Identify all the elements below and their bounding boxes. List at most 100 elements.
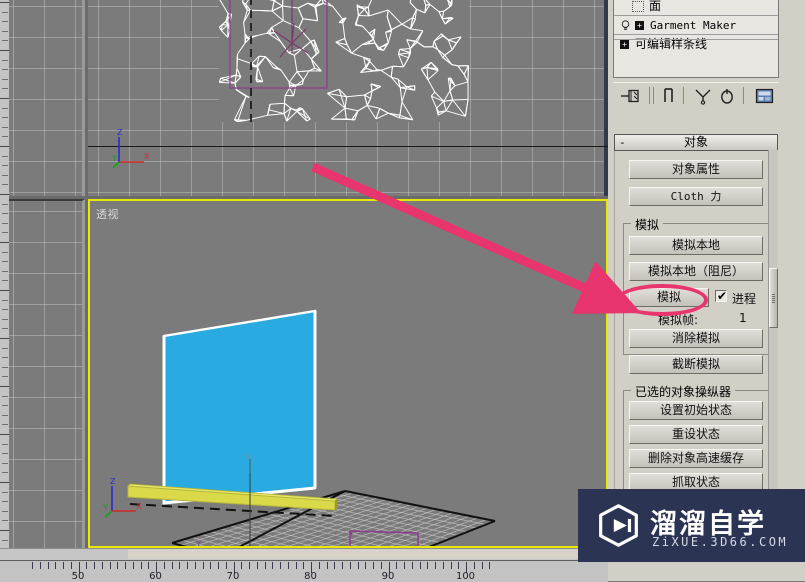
timeline-tick — [474, 562, 475, 569]
timeline-tick — [102, 562, 103, 569]
ruler-tick — [2, 453, 8, 454]
toolbar-separator — [683, 87, 684, 104]
progress-checkbox[interactable]: ✔ — [715, 290, 727, 302]
timeline-tick — [280, 562, 281, 569]
expand-toggle-icon[interactable]: + — [620, 40, 629, 49]
grid-line — [160, 0, 161, 196]
ruler-tick — [0, 2, 9, 3]
timeline-tick-label: 100 — [456, 571, 475, 582]
erase-simulation-button[interactable]: 消除模拟 — [629, 329, 763, 348]
show-end-result-icon[interactable] — [661, 87, 677, 105]
timeline-tick — [179, 562, 180, 569]
grid-line — [9, 397, 82, 398]
cloth-plane — [164, 311, 315, 503]
stack-item-label: 面 — [649, 0, 661, 13]
grid-line — [9, 242, 82, 243]
simulate-local-button[interactable]: 模拟本地 — [629, 236, 763, 255]
object-properties-button[interactable]: 对象属性 — [629, 160, 763, 179]
expand-toggle-icon[interactable]: + — [635, 21, 644, 30]
ruler-tick — [0, 194, 9, 195]
ruler-tick — [2, 60, 8, 61]
viewport-top[interactable]: Z X Y — [88, 0, 608, 196]
grid-line — [9, 521, 82, 522]
timeline-tick — [55, 562, 56, 569]
grid-line — [501, 0, 502, 196]
set-initial-state-button[interactable]: 设置初始状态 — [629, 401, 763, 420]
timeline-tick — [342, 562, 343, 569]
command-panel-scrollbar[interactable] — [768, 150, 778, 542]
grid-line — [75, 201, 76, 548]
lightbulb-icon[interactable] — [620, 20, 631, 31]
viewport-area: Z X Y 透视 — [0, 0, 608, 548]
svg-text:y: y — [196, 538, 202, 546]
play-button-icon — [596, 503, 641, 548]
ruler-tick — [2, 309, 8, 310]
stack-item-1[interactable]: 面 — [614, 0, 778, 15]
ruler-tick — [2, 165, 8, 166]
sim-frame-value[interactable]: 1 — [739, 311, 747, 325]
timeline-ruler[interactable]: 5060708090100 — [0, 548, 608, 582]
grid-line — [9, 37, 82, 38]
ruler-tick — [0, 146, 9, 147]
svg-text:X: X — [136, 502, 142, 511]
stack-item-3[interactable]: +可编辑样条线 — [614, 34, 778, 53]
grid-line — [98, 0, 99, 196]
ruler-tick — [2, 69, 8, 70]
ruler-tick — [2, 396, 8, 397]
stack-item-2[interactable]: +Garment Maker — [614, 15, 778, 34]
timeline-tick — [187, 562, 188, 569]
ruler-tick — [0, 338, 9, 339]
ruler-tick — [0, 530, 9, 531]
ruler-tick — [2, 424, 8, 425]
scrollbar-grip-icon — [772, 294, 775, 304]
modifier-stack-list[interactable]: 接合口 面 +Garment Maker +可编辑样条线 — [613, 0, 779, 78]
ruler-tick — [2, 415, 8, 416]
viewport-perspective[interactable]: 透视 — [88, 199, 608, 548]
viewport-left-upper[interactable] — [9, 0, 85, 196]
rollout-header-object[interactable]: - 对象 — [614, 134, 778, 151]
ruler-tick — [2, 444, 8, 445]
timeline-tick — [319, 562, 320, 569]
ruler-tick — [2, 40, 8, 41]
truncate-simulation-button[interactable]: 截断模拟 — [629, 355, 763, 374]
timeline-tick — [86, 562, 87, 569]
timeline-tick — [412, 562, 413, 569]
svg-text:X: X — [144, 152, 150, 161]
ruler-tick — [2, 88, 8, 89]
svg-text:Y: Y — [102, 503, 108, 512]
simulate-local-damped-button[interactable]: 模拟本地（阻尼） — [629, 262, 763, 281]
ruler-tick — [0, 50, 9, 51]
ruler-tick — [2, 328, 8, 329]
cloth-forces-button[interactable]: Cloth 力 — [629, 187, 763, 206]
delete-object-cache-button[interactable]: 删除对象高速缓存 — [629, 449, 763, 468]
viewport-left-lower[interactable] — [9, 199, 85, 548]
timeline-tick — [365, 562, 366, 569]
grid-line — [88, 130, 608, 131]
cloth-mesh-object[interactable] — [219, 0, 469, 122]
ruler-tick — [0, 290, 9, 291]
grid-line — [44, 201, 45, 548]
reset-state-button[interactable]: 重设状态 — [629, 425, 763, 444]
grid-line — [9, 130, 82, 131]
timeline-tick — [420, 562, 421, 569]
ruler-tick — [2, 300, 8, 301]
ruler-tick — [2, 492, 8, 493]
make-unique-icon[interactable] — [693, 87, 713, 105]
simulate-button[interactable]: 模拟 — [629, 288, 709, 307]
perspective-scene: y x z — [90, 201, 606, 546]
ruler-tick — [2, 31, 8, 32]
ruler-tick — [2, 108, 8, 109]
remove-modifier-icon[interactable] — [719, 87, 735, 105]
timeline-tick — [63, 562, 64, 569]
track-bar-top[interactable] — [0, 549, 608, 561]
grid-line — [9, 304, 82, 305]
pin-stack-icon[interactable] — [621, 87, 641, 105]
ruler-tick — [2, 540, 8, 541]
grid-line — [9, 490, 82, 491]
grid-line — [594, 0, 595, 196]
ruler-tick — [2, 117, 8, 118]
configure-modifier-sets-icon[interactable] — [755, 87, 775, 105]
timeline-tick-label: 60 — [149, 571, 162, 582]
ruler-tick — [2, 79, 8, 80]
rollout-toggle[interactable]: - — [619, 135, 626, 150]
